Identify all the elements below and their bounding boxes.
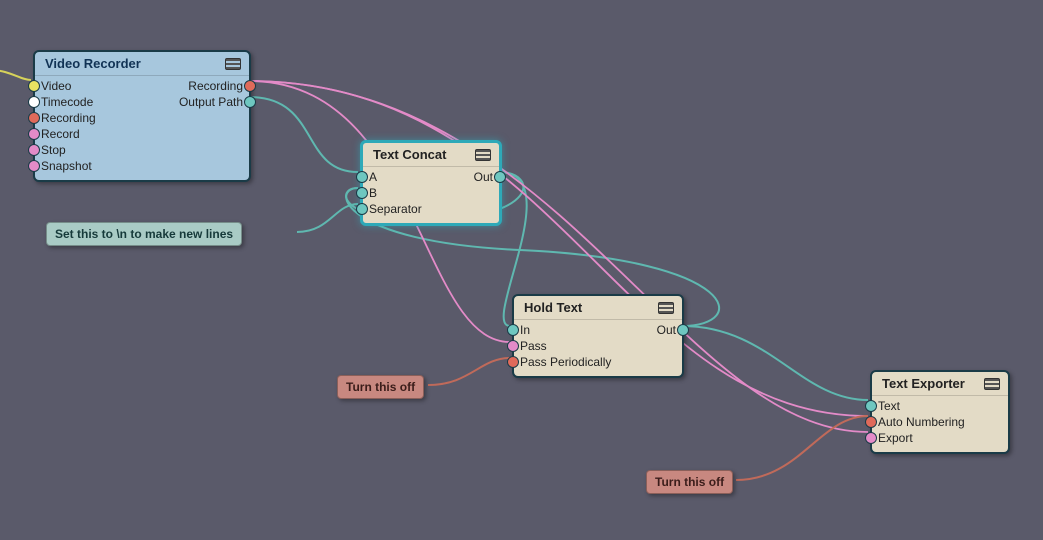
port-label: Export: [878, 430, 913, 446]
port-label: Separator: [369, 201, 422, 217]
node-graph-canvas[interactable]: Video Recorder Video Recording Timecode …: [0, 0, 1043, 540]
node-title: Text Concat: [373, 147, 446, 162]
grip-icon[interactable]: [475, 149, 491, 161]
port-label: In: [520, 322, 530, 338]
port-label: Pass Periodically: [520, 354, 611, 370]
node-video-recorder[interactable]: Video Recorder Video Recording Timecode …: [33, 50, 251, 182]
note-text: Set this to \n to make new lines: [55, 227, 233, 241]
port-label: Pass: [520, 338, 547, 354]
port-label: Auto Numbering: [878, 414, 965, 430]
port-label: Record: [41, 126, 80, 142]
note-text: Turn this off: [346, 380, 415, 394]
port-label: A: [369, 169, 377, 185]
port-label: Recording: [41, 110, 96, 126]
node-title: Hold Text: [524, 300, 582, 315]
port-label: Out: [474, 169, 493, 185]
note-text: Turn this off: [655, 475, 724, 489]
node-title: Text Exporter: [882, 376, 965, 391]
note-separator[interactable]: Set this to \n to make new lines: [46, 222, 242, 246]
port-label: Output Path: [179, 94, 243, 110]
port-label: Snapshot: [41, 158, 92, 174]
port-label: Recording: [188, 78, 243, 94]
grip-icon[interactable]: [225, 58, 241, 70]
port-label: Text: [878, 398, 900, 414]
port-label: Timecode: [41, 94, 93, 110]
grip-icon[interactable]: [984, 378, 1000, 390]
port-label: Stop: [41, 142, 66, 158]
port-label: Out: [657, 322, 676, 338]
note-pass-periodically[interactable]: Turn this off: [337, 375, 424, 399]
node-title: Video Recorder: [45, 56, 141, 71]
note-auto-numbering[interactable]: Turn this off: [646, 470, 733, 494]
node-text-concat[interactable]: Text Concat A Out B Separator: [360, 140, 502, 226]
port-label: Video: [41, 78, 71, 94]
grip-icon[interactable]: [658, 302, 674, 314]
node-text-exporter[interactable]: Text Exporter Text Auto Numbering Export: [870, 370, 1010, 454]
port-label: B: [369, 185, 377, 201]
node-hold-text[interactable]: Hold Text In Out Pass Pass Periodically: [512, 294, 684, 378]
